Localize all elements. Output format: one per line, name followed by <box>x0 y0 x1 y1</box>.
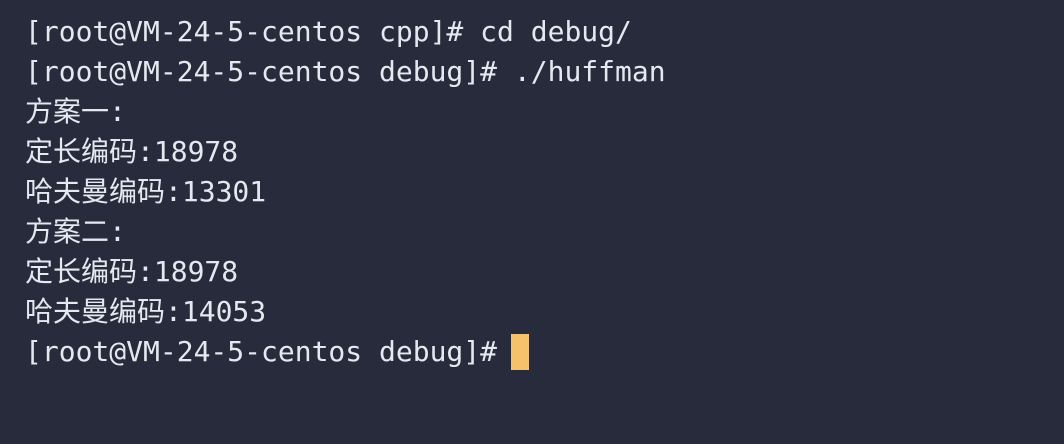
terminal-prompt-line[interactable]: [root@VM-24-5-centos debug]# <box>25 332 1064 372</box>
terminal-line-cd-command: [root@VM-24-5-centos cpp]# cd debug/ <box>25 15 632 48</box>
text-cursor <box>511 334 530 370</box>
terminal-line-scheme-one-huffman: 哈夫曼编码:13301 <box>25 175 267 208</box>
terminal-line-scheme-two-huffman: 哈夫曼编码:14053 <box>25 295 267 328</box>
shell-prompt: [root@VM-24-5-centos debug]# <box>25 335 498 368</box>
terminal-line-scheme-two-heading: 方案二: <box>25 215 126 248</box>
terminal-line-scheme-two-fixed-length: 定长编码:18978 <box>25 255 239 288</box>
terminal-window[interactable]: [root@VM-24-5-centos cpp]# cd debug/ [ro… <box>0 0 1064 444</box>
terminal-line-scheme-one-heading: 方案一: <box>25 95 126 128</box>
terminal-line-scheme-one-fixed-length: 定长编码:18978 <box>25 135 239 168</box>
terminal-line-run-huffman: [root@VM-24-5-centos debug]# ./huffman <box>25 55 666 88</box>
